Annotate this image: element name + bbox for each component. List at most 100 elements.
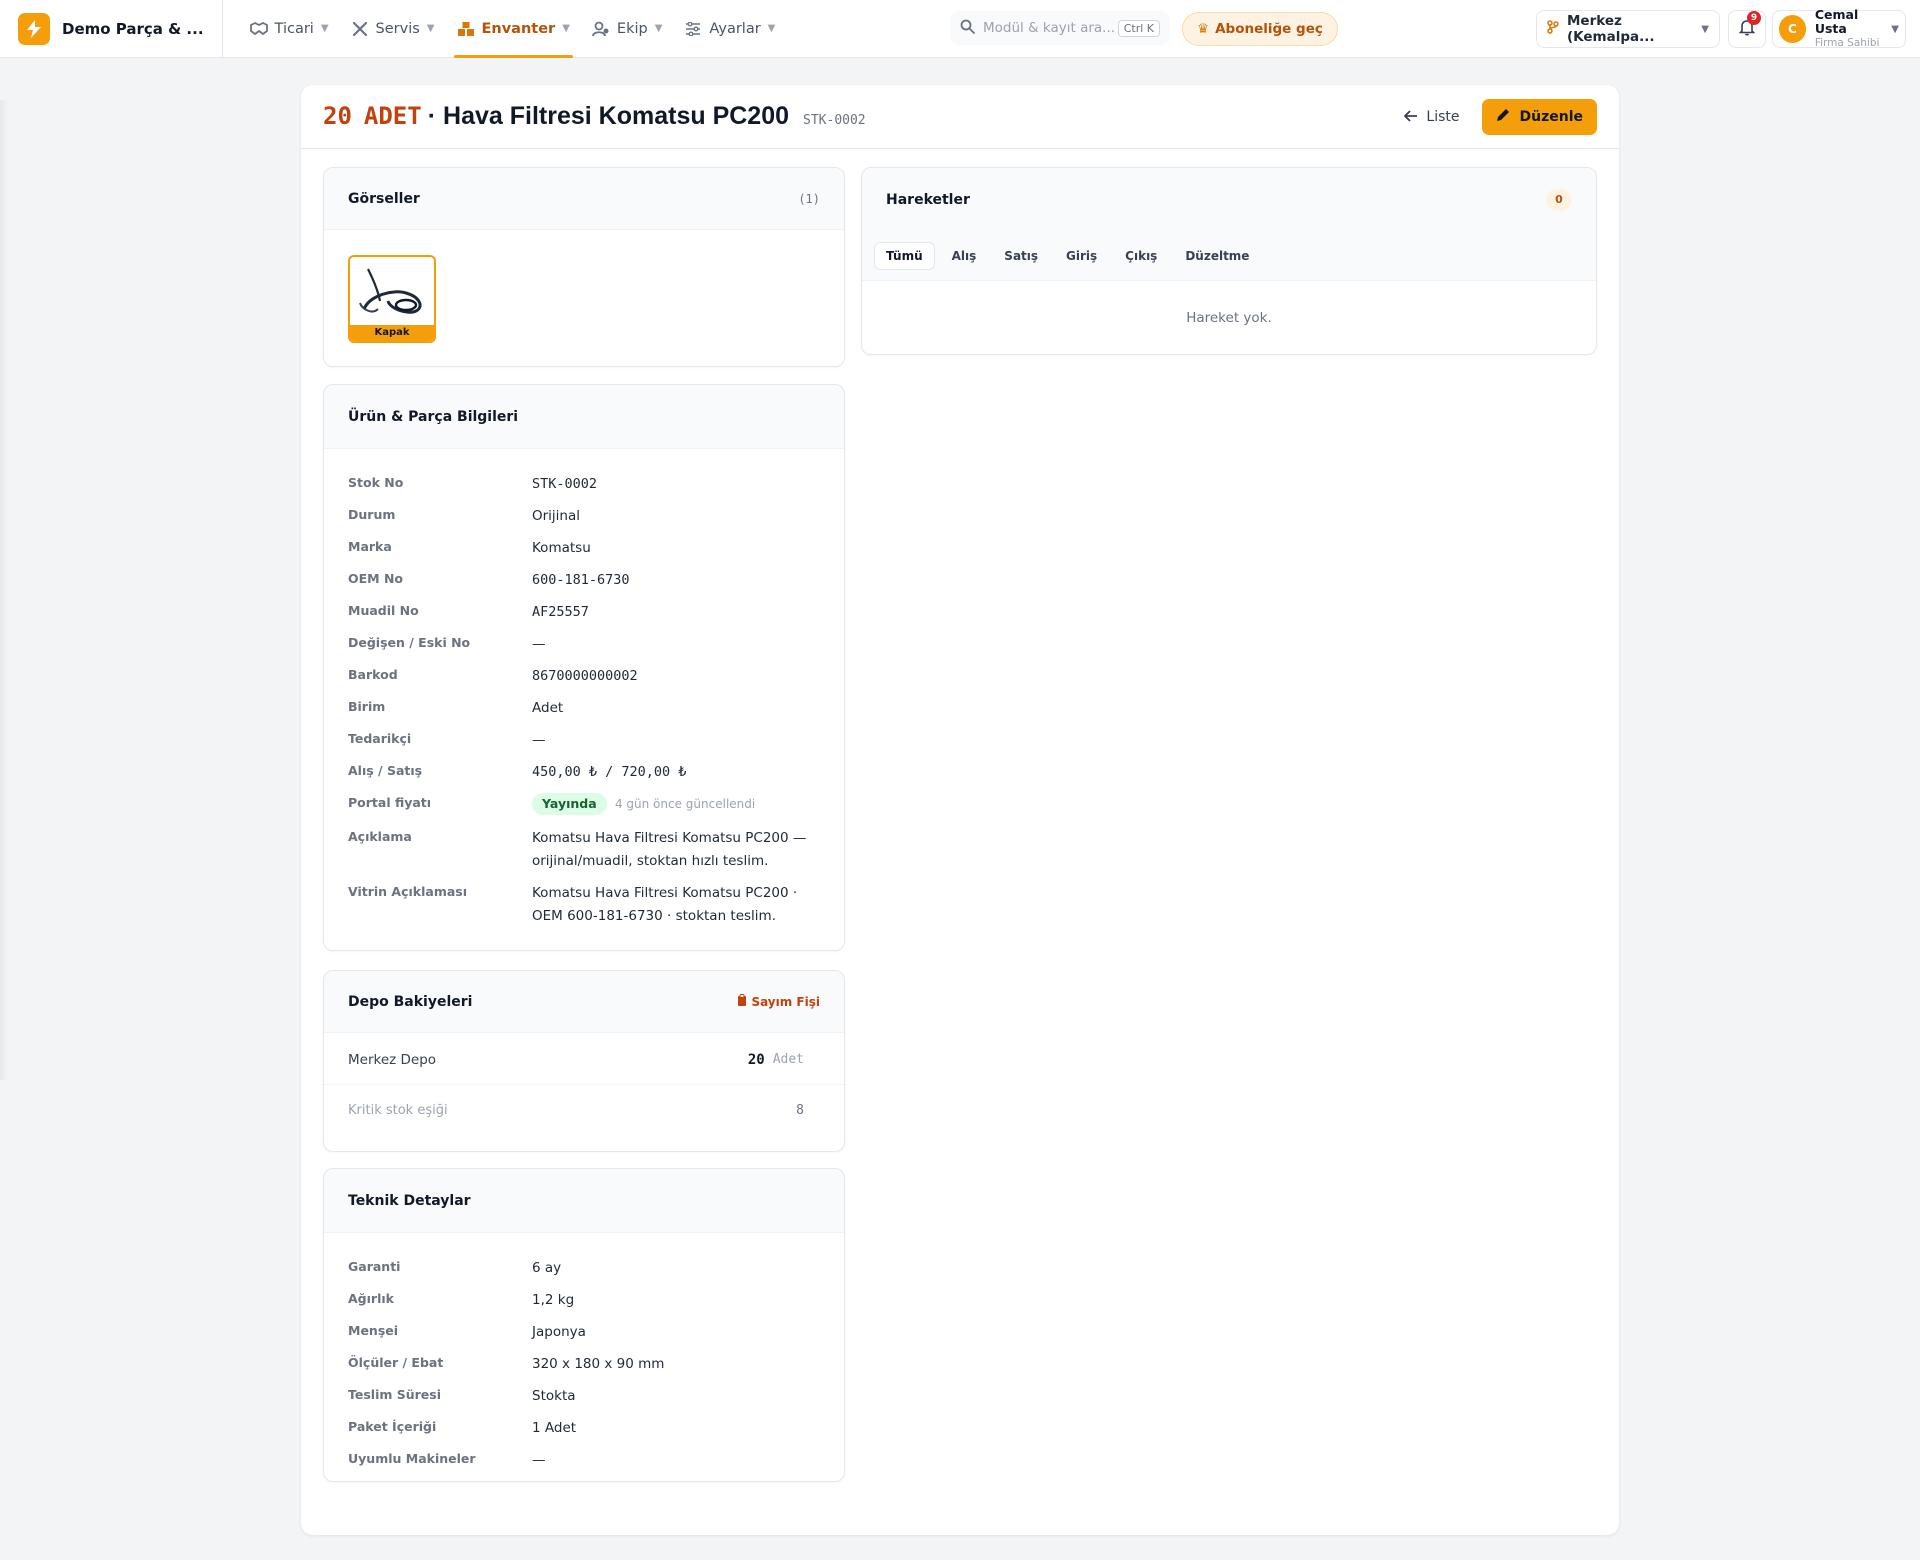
- info-value: Komatsu Hava Filtresi Komatsu PC200 · OE…: [532, 885, 798, 924]
- bolt-icon: [18, 12, 50, 45]
- chevron-down-icon: ▼: [1701, 23, 1709, 35]
- info-value: —: [532, 732, 546, 748]
- nav-item-ayarlar[interactable]: Ayarlar ▼: [673, 0, 786, 58]
- tech-row: Menşei Japonya: [324, 1321, 844, 1353]
- count-sheet-label: Sayım Fişi: [751, 995, 820, 1009]
- handshake-icon: [249, 20, 268, 38]
- nav-item-ekip[interactable]: Ekip ▼: [581, 0, 674, 58]
- chevron-down-icon: ▼: [1891, 23, 1899, 35]
- panel-header: Depo Bakiyeleri Sayım Fişi: [324, 971, 844, 1033]
- critical-label: Kritik stok eşiği: [348, 1102, 448, 1118]
- info-row: Muadil No AF25557: [324, 601, 844, 633]
- tech-label: Ölçüler / Ebat: [348, 1355, 444, 1370]
- branch-label: Merkez (Kemalpa...: [1567, 13, 1655, 45]
- info-label: Alış / Satış: [348, 763, 423, 778]
- tech-row: Paket İçeriği 1 Adet: [324, 1417, 844, 1449]
- info-value: Komatsu: [532, 540, 591, 556]
- warehouse-name: Merkez Depo: [348, 1051, 437, 1068]
- back-to-list-button[interactable]: Liste: [1394, 99, 1469, 135]
- warehouse-unit: Adet: [772, 1052, 804, 1067]
- cover-label: Kapak: [350, 325, 434, 341]
- notifications-button[interactable]: 9: [1728, 10, 1766, 48]
- nav-label: Ekip: [616, 20, 648, 37]
- nav-item-envanter[interactable]: Envanter ▼: [446, 0, 581, 58]
- movement-count-badge: 0: [1546, 188, 1572, 211]
- panel-title: Hareketler: [886, 191, 970, 208]
- upgrade-button[interactable]: ♛ Aboneliğe geç: [1182, 12, 1338, 46]
- chevron-down-icon: ▼: [320, 23, 329, 34]
- tech-value: 6 ay: [532, 1260, 562, 1276]
- status-badge: Yayında: [532, 793, 607, 815]
- info-row: Tedarikçi —: [324, 729, 844, 761]
- info-row: Stok No STK-0002: [324, 473, 844, 505]
- panel-title: Ürün & Parça Bilgileri: [348, 408, 519, 425]
- tech-value: 1,2 kg: [532, 1292, 575, 1308]
- tech-value: 1 Adet: [532, 1420, 577, 1436]
- product-code: STK-0002: [803, 113, 866, 128]
- nav-label: Servis: [375, 20, 420, 37]
- info-label: Barkod: [348, 667, 398, 682]
- tools-icon: [351, 20, 369, 38]
- info-row: Barkod 8670000000002: [324, 665, 844, 697]
- info-row: Değişen / Eski No —: [324, 633, 844, 665]
- avatar: C: [1779, 15, 1806, 43]
- info-row: Durum Orijinal: [324, 505, 844, 537]
- warehouse-qty: 20: [747, 1051, 765, 1068]
- info-row: Portal fiyatı Yayında 4 gün önce güncell…: [324, 793, 844, 827]
- tech-label: Garanti: [348, 1259, 401, 1274]
- product-name: Hava Filtresi Komatsu PC200: [443, 102, 790, 130]
- tech-value: 320 x 180 x 90 mm: [532, 1356, 665, 1372]
- page-title: 20 ADET · Hava Filtresi Komatsu PC200 ST…: [323, 102, 866, 131]
- info-row: Vitrin Açıklaması Komatsu Hava Filtresi …: [324, 882, 844, 937]
- panel-title: Teknik Detaylar: [348, 1192, 471, 1209]
- search-input[interactable]: Modül & kayıt ara... Ctrl K: [950, 11, 1170, 45]
- info-value: Orijinal: [532, 508, 581, 524]
- tab-alis[interactable]: Alış: [941, 243, 988, 269]
- warehouse-row: Merkez Depo 20 Adet: [324, 1035, 844, 1085]
- stock-qty: 20: [323, 102, 352, 130]
- nav-label: Envanter: [481, 20, 556, 37]
- chevron-down-icon: ▼: [426, 23, 435, 34]
- info-row: Açıklama Komatsu Hava Filtresi Komatsu P…: [324, 827, 844, 882]
- panel-header: Hareketler 0: [862, 168, 1596, 232]
- tab-satis[interactable]: Satış: [993, 243, 1049, 269]
- top-navbar: Demo Parça & ... Ticari ▼ Servis ▼ Envan…: [0, 0, 1920, 58]
- boxes-icon: [457, 20, 475, 38]
- user-menu[interactable]: C Cemal Usta Firma Sahibi ▼: [1772, 8, 1906, 49]
- info-value: —: [532, 636, 546, 652]
- cover-image-thumbnail[interactable]: Kapak: [348, 255, 436, 343]
- search-placeholder: Modül & kayıt ara...: [983, 20, 1116, 36]
- brand[interactable]: Demo Parça & ...: [18, 0, 223, 58]
- info-label: Durum: [348, 507, 396, 522]
- tech-row: Ağırlık 1,2 kg: [324, 1289, 844, 1321]
- info-row: Alış / Satış 450,00 ₺ / 720,00 ₺: [324, 761, 844, 793]
- info-row: Marka Komatsu: [324, 537, 844, 569]
- info-row: OEM No 600-181-6730: [324, 569, 844, 601]
- count-sheet-link[interactable]: Sayım Fişi: [737, 994, 820, 1009]
- tab-cikis[interactable]: Çıkış: [1114, 243, 1168, 269]
- info-value: Yayında 4 gün önce güncellendi: [532, 793, 822, 827]
- edit-label: Düzenle: [1519, 108, 1584, 125]
- nav-item-ticari[interactable]: Ticari ▼: [239, 0, 340, 58]
- tech-label: Menşei: [348, 1323, 399, 1338]
- stock-detail-card: 20 ADET · Hava Filtresi Komatsu PC200 ST…: [301, 85, 1619, 1535]
- info-label: Değişen / Eski No: [348, 635, 471, 650]
- tab-duzeltme[interactable]: Düzeltme: [1174, 243, 1260, 269]
- nav-item-servis[interactable]: Servis ▼: [340, 0, 446, 58]
- brand-name: Demo Parça & ...: [62, 19, 204, 38]
- panel-title: Depo Bakiyeleri: [348, 993, 473, 1010]
- nav-label: Ayarlar: [709, 20, 761, 37]
- tab-tumu[interactable]: Tümü: [874, 241, 935, 270]
- critical-value: 8: [796, 1102, 804, 1118]
- tab-giris[interactable]: Giriş: [1055, 243, 1108, 269]
- info-label: Marka: [348, 539, 392, 554]
- branch-selector[interactable]: Merkez (Kemalpa... ▼: [1536, 10, 1720, 48]
- technical-details-panel: Teknik Detaylar Garanti 6 ay Ağırlık 1,2…: [323, 1168, 845, 1482]
- info-value: 8670000000002: [532, 668, 638, 684]
- tech-value: —: [532, 1452, 546, 1468]
- air-filter-image: [359, 268, 422, 314]
- empty-state: Hareket yok.: [1186, 309, 1272, 326]
- list-label: Liste: [1426, 108, 1460, 125]
- warehouse-balances-panel: Depo Bakiyeleri Sayım Fişi Merkez Depo 2…: [323, 970, 845, 1152]
- edit-button[interactable]: Düzenle: [1481, 98, 1597, 135]
